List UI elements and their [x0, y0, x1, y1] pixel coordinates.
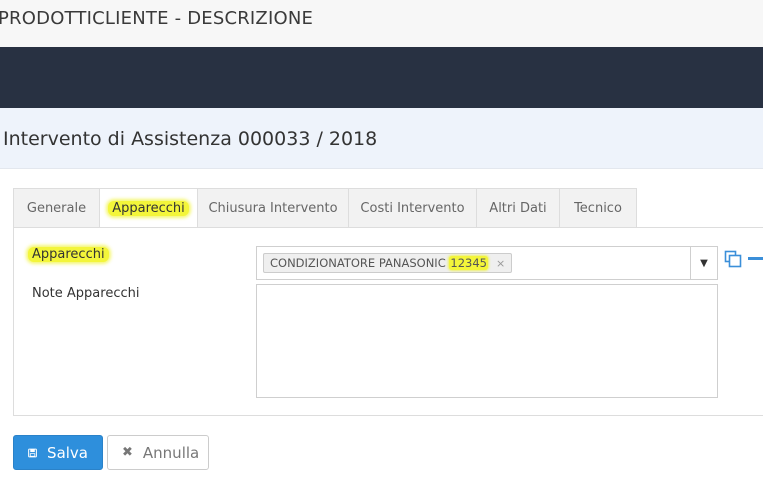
page-title: Intervento di Assistenza 000033 / 2018 [3, 128, 378, 150]
tab-label: Generale [26, 200, 87, 216]
tab-generale[interactable]: Generale [13, 188, 100, 227]
page-header: Intervento di Assistenza 000033 / 2018 [0, 108, 763, 169]
save-button[interactable]: Salva [13, 435, 103, 470]
tab-apparecchi[interactable]: Apparecchi [99, 188, 198, 228]
tab-chiusura-intervento[interactable]: Chiusura Intervento [197, 188, 349, 227]
tab-label: Apparecchi [108, 201, 189, 216]
tab-tecnico[interactable]: Tecnico [559, 188, 637, 227]
apparecchi-select[interactable]: CONDIZIONATORE PANASONIC 12345 × ▼ [256, 246, 718, 280]
top-navbar [0, 47, 763, 108]
app-title: PRODOTTICLIENTE - DESCRIZIONE [0, 8, 314, 29]
apparecchi-label: Apparecchi [28, 247, 109, 262]
cancel-button[interactable]: ✖ Annulla [107, 435, 209, 470]
note-apparecchi-label: Note Apparecchi [32, 286, 140, 301]
selected-apparecchio-tag: CONDIZIONATORE PANASONIC 12345 × [263, 253, 513, 273]
tab-label: Tecnico [574, 200, 622, 216]
tab-label: Altri Dati [489, 200, 547, 216]
app-title-bar: PRODOTTICLIENTE - DESCRIZIONE [0, 0, 763, 47]
remove-tag-icon[interactable]: × [496, 257, 505, 270]
caret-down-icon[interactable]: ▼ [690, 247, 717, 279]
save-label: Salva [47, 443, 88, 462]
minus-icon[interactable] [748, 257, 763, 260]
tab-altri-dati[interactable]: Altri Dati [476, 188, 560, 227]
tab-label: Costi Intervento [360, 200, 465, 216]
tab-costi-intervento[interactable]: Costi Intervento [348, 188, 477, 227]
cancel-label: Annulla [142, 443, 200, 462]
tag-text: CONDIZIONATORE PANASONIC [270, 256, 450, 270]
tag-code: 12345 [449, 256, 488, 270]
times-icon: ✖ [122, 445, 133, 460]
note-apparecchi-textarea[interactable] [256, 284, 718, 398]
tab-label: Chiusura Intervento [208, 200, 338, 216]
floppy-disk-icon [28, 448, 37, 457]
copy-icon[interactable] [724, 250, 742, 268]
